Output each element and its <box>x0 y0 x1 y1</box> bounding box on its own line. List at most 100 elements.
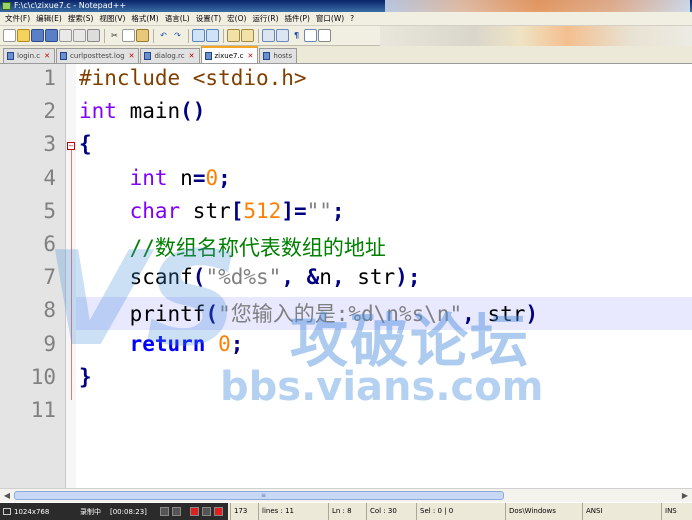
code-token: int <box>79 99 117 124</box>
tab-close-icon[interactable]: ✕ <box>248 49 254 63</box>
copy-icon[interactable] <box>122 29 135 42</box>
cut-icon[interactable]: ✂ <box>108 29 121 42</box>
tab-curlposttest[interactable]: curlposttest.log ✕ <box>56 48 140 63</box>
title-bar: F:\c\c\zixue7.c - Notepad++ <box>0 0 692 12</box>
menu-format[interactable]: 格式(M) <box>128 12 161 25</box>
menu-search[interactable]: 搜索(S) <box>65 12 97 25</box>
tab-label: dialog.rc <box>154 52 185 60</box>
screen-recorder-bar: 1024x768 录制中 [00:08:23] <box>0 503 228 520</box>
code-token: { <box>79 132 92 157</box>
toolbar-separator <box>223 28 224 43</box>
word-wrap-icon[interactable] <box>276 29 289 42</box>
code-token: = <box>192 165 206 190</box>
menu-help[interactable]: ? <box>347 12 357 25</box>
show-all-chars-icon[interactable]: ¶ <box>290 29 303 42</box>
code-token: str <box>344 265 396 290</box>
recorder-menu-button[interactable] <box>160 507 169 516</box>
zoom-in-icon[interactable] <box>227 29 240 42</box>
code-token: ); <box>395 265 421 290</box>
code-line[interactable]: //数组名称代表数组的地址 <box>79 232 386 262</box>
code-token: 512 <box>243 198 282 223</box>
recorder-camera-button[interactable] <box>172 507 181 516</box>
sync-scroll-icon[interactable] <box>262 29 275 42</box>
scroll-left-icon[interactable]: ◀ <box>2 491 12 501</box>
tab-label: login.c <box>17 52 41 60</box>
menu-view[interactable]: 视图(V) <box>96 12 128 25</box>
menu-macro[interactable]: 宏(O) <box>224 12 249 25</box>
code-line[interactable]: scanf("%d%s", &n, str); <box>79 265 421 290</box>
undo-icon[interactable]: ↶ <box>157 29 170 42</box>
code-token: int <box>129 165 168 190</box>
menu-settings[interactable]: 设置(T) <box>193 12 224 25</box>
tab-close-icon[interactable]: ✕ <box>129 49 135 63</box>
fold-collapse-icon[interactable]: − <box>67 142 75 150</box>
horizontal-scrollbar[interactable]: ◀ ≡ ▶ <box>0 488 692 502</box>
code-line[interactable]: int main() <box>79 99 205 123</box>
code-token: ( <box>192 265 206 290</box>
print-icon[interactable] <box>87 29 100 42</box>
line-number: 2 <box>43 99 56 124</box>
status-col: Col : 30 <box>366 503 397 520</box>
code-line[interactable]: { <box>79 132 92 156</box>
code-token: , <box>462 302 475 327</box>
menu-language[interactable]: 语言(L) <box>162 12 193 25</box>
scrollbar-thumb[interactable]: ≡ <box>14 491 504 500</box>
tab-dialog[interactable]: dialog.rc ✕ <box>140 48 200 63</box>
code-token: , <box>331 265 345 290</box>
blurred-region <box>385 0 690 12</box>
save-icon[interactable] <box>31 29 44 42</box>
menu-run[interactable]: 运行(R) <box>249 12 281 25</box>
recorder-record-button[interactable] <box>214 507 223 516</box>
status-length: 173 <box>230 503 247 520</box>
code-line[interactable]: int n=0; <box>79 166 231 190</box>
line-number: 8 <box>43 298 56 323</box>
status-bar: 1024x768 录制中 [00:08:23] 173 lines : 11 L… <box>0 502 692 520</box>
open-folder-icon[interactable] <box>17 29 30 42</box>
menu-window[interactable]: 窗口(W) <box>313 12 347 25</box>
indent-guide-icon[interactable] <box>304 29 317 42</box>
close-all-icon[interactable] <box>73 29 86 42</box>
menu-file[interactable]: 文件(F) <box>2 12 33 25</box>
code-editor[interactable]: − 1 2 3 4 5 6 7 8 9 10 11 #include <stdio.h> int ma… <box>0 64 692 488</box>
menu-plugins[interactable]: 插件(P) <box>282 12 313 25</box>
zoom-out-icon[interactable] <box>241 29 254 42</box>
tab-login[interactable]: login.c ✕ <box>3 48 56 63</box>
tab-close-icon[interactable]: ✕ <box>44 49 50 63</box>
save-all-icon[interactable] <box>45 29 58 42</box>
menu-edit[interactable]: 编辑(E) <box>33 12 65 25</box>
user-defined-lang-icon[interactable] <box>318 29 331 42</box>
code-line[interactable]: printf("您输入的是:%d\n%s\n", str) <box>79 298 539 328</box>
code-token: ; <box>331 198 345 223</box>
toolbar: ✂ ↶ ↷ ¶ <box>0 26 692 72</box>
close-icon[interactable] <box>59 29 72 42</box>
code-token: [ <box>230 198 244 223</box>
code-token: & <box>306 265 320 290</box>
tab-hosts[interactable]: hosts <box>259 48 298 63</box>
paste-icon[interactable] <box>136 29 149 42</box>
recorder-stop-button[interactable] <box>190 507 199 516</box>
tab-close-icon[interactable]: ✕ <box>189 49 195 63</box>
status-eol: Dos\Windows <box>505 503 556 520</box>
code-token: main <box>116 99 181 124</box>
recorder-elapsed: [00:08:23] <box>110 508 147 516</box>
recorder-pause-button[interactable] <box>202 507 211 516</box>
code-token: scanf <box>79 265 193 290</box>
redo-icon[interactable]: ↷ <box>171 29 184 42</box>
status-sel: Sel : 0 | 0 <box>416 503 453 520</box>
find-icon[interactable] <box>192 29 205 42</box>
scroll-right-icon[interactable]: ▶ <box>680 491 690 501</box>
code-token: printf <box>79 302 206 327</box>
toolbar-separator <box>153 28 154 43</box>
code-line[interactable]: char str[512]=""; <box>79 199 345 223</box>
code-token: n <box>167 165 193 190</box>
code-line[interactable]: } <box>79 365 92 389</box>
new-file-icon[interactable] <box>3 29 16 42</box>
replace-icon[interactable] <box>206 29 219 42</box>
tab-zixue7[interactable]: zixue7.c ✕ <box>200 46 259 63</box>
code-line[interactable]: return 0; <box>79 332 244 356</box>
code-token: , <box>281 265 294 290</box>
code-token: ]= <box>281 198 307 223</box>
code-line[interactable]: #include <stdio.h> <box>79 66 307 90</box>
